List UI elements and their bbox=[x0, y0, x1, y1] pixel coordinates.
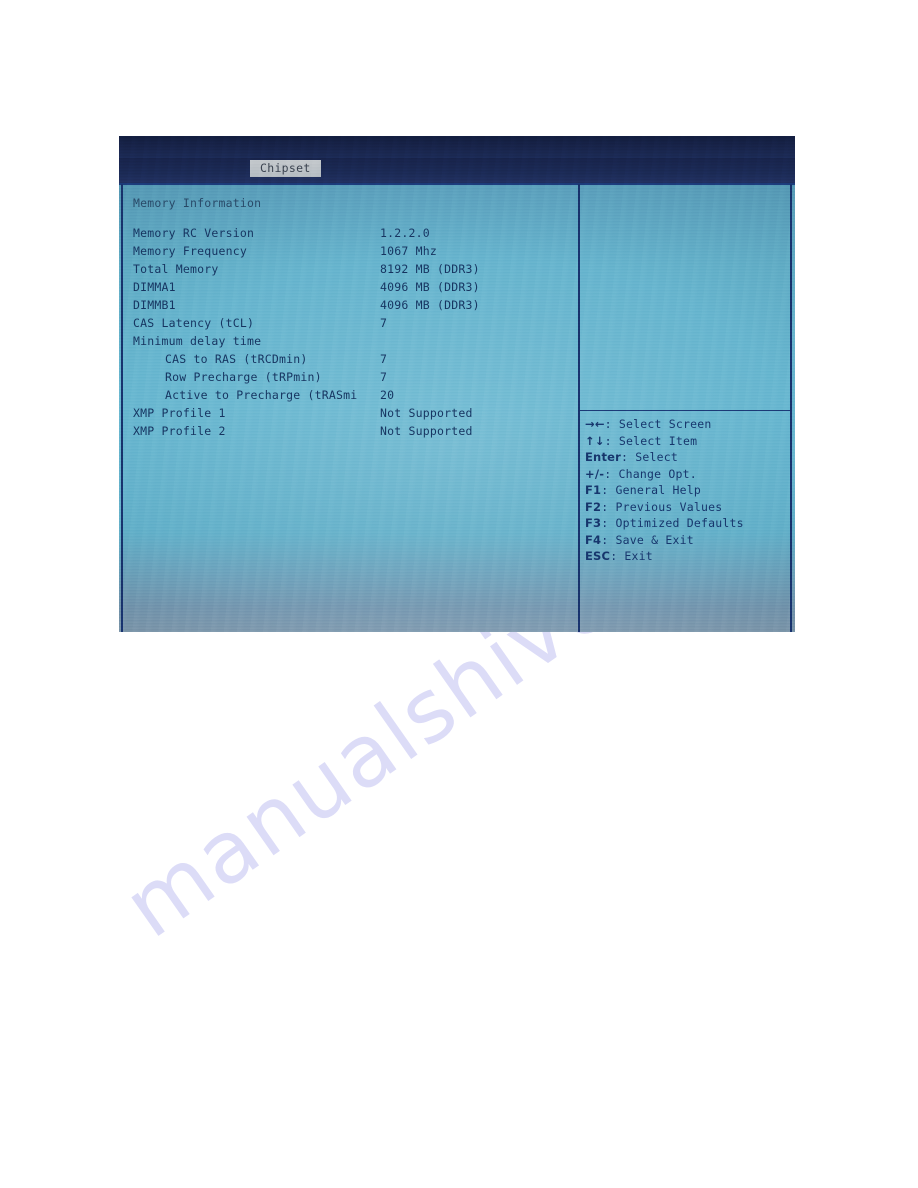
frame-border-left bbox=[121, 184, 123, 632]
help-legend-line: F3: Optimized Defaults bbox=[585, 515, 785, 532]
settings-row-label: Row Precharge (tRPmin) bbox=[165, 370, 322, 384]
pane-divider-vertical bbox=[578, 184, 580, 632]
settings-row-value: 20 bbox=[380, 388, 395, 402]
settings-row[interactable]: Active to Precharge (tRASmi 20 bbox=[127, 386, 575, 404]
help-legend-list: →←: Select Screen ↑↓: Select Item Enter: S… bbox=[585, 416, 785, 565]
f1-key-icon: F1 bbox=[585, 483, 602, 497]
settings-row[interactable]: Memory Frequency 1067 Mhz bbox=[127, 242, 575, 260]
settings-row-value: 1067 Mhz bbox=[380, 244, 437, 258]
settings-row[interactable]: XMP Profile 2 Not Supported bbox=[127, 422, 575, 440]
settings-row[interactable]: Memory RC Version 1.2.2.0 bbox=[127, 224, 575, 242]
settings-row-value: 4096 MB (DDR3) bbox=[380, 280, 480, 294]
frame-border-right bbox=[790, 184, 792, 632]
settings-row-value: 7 bbox=[380, 316, 388, 330]
settings-row-value: 8192 MB (DDR3) bbox=[380, 262, 480, 276]
settings-row-value: 7 bbox=[380, 370, 388, 384]
settings-row-label: Total Memory bbox=[133, 262, 219, 276]
enter-key-icon: Enter bbox=[585, 450, 622, 464]
settings-row-label: Active to Precharge (tRASmi bbox=[165, 388, 358, 402]
esc-key-icon: ESC bbox=[585, 549, 611, 563]
help-pane-divider bbox=[580, 410, 790, 411]
help-legend-line: F2: Previous Values bbox=[585, 499, 785, 516]
settings-row-label: Memory RC Version bbox=[133, 226, 255, 240]
plus-minus-key-icon: +/- bbox=[585, 466, 605, 481]
settings-row-value: Not Supported bbox=[380, 406, 473, 420]
help-legend-text: : General Help bbox=[601, 483, 701, 497]
help-legend-text: : Previous Values bbox=[601, 499, 723, 514]
settings-row[interactable]: CAS to RAS (tRCDmin) 7 bbox=[127, 350, 575, 368]
help-legend-text: : Change Opt. bbox=[604, 466, 697, 481]
help-legend-line: Enter: Select bbox=[585, 449, 785, 466]
settings-row[interactable]: XMP Profile 1 Not Supported bbox=[127, 404, 575, 422]
help-legend-text: : Select bbox=[621, 450, 679, 464]
settings-row-label: XMP Profile 2 bbox=[133, 424, 226, 438]
settings-row-label: DIMMA1 bbox=[133, 280, 176, 294]
bios-tab-strip bbox=[119, 158, 795, 184]
help-legend-text: : Select Screen bbox=[604, 417, 712, 431]
help-legend-line: ↑↓: Select Item bbox=[585, 433, 785, 450]
settings-row-label: CAS to RAS (tRCDmin) bbox=[165, 352, 308, 366]
tab-chipset[interactable]: Chipset bbox=[250, 160, 321, 177]
settings-row[interactable]: DIMMB1 4096 MB (DDR3) bbox=[127, 296, 575, 314]
tab-strip-rule bbox=[119, 183, 795, 185]
section-title: Memory Information bbox=[133, 196, 262, 210]
settings-row-value: 4096 MB (DDR3) bbox=[380, 298, 480, 312]
settings-row-label: XMP Profile 1 bbox=[133, 406, 226, 420]
help-legend-line: ESC: Exit bbox=[585, 548, 785, 565]
help-legend-text: : Exit bbox=[610, 549, 653, 563]
bios-screen-photo: Aptio Setup Utility - Copyright (C) 2011… bbox=[119, 136, 795, 632]
help-legend-pane: →←: Select Screen ↑↓: Select Item Enter: S… bbox=[585, 416, 785, 565]
settings-row[interactable]: Minimum delay time bbox=[127, 332, 575, 350]
settings-row-label: Memory Frequency bbox=[133, 244, 247, 258]
arrow-left-right-icon: →← bbox=[585, 417, 605, 431]
f3-key-icon: F3 bbox=[585, 516, 602, 530]
help-legend-line: +/-: Change Opt. bbox=[585, 466, 785, 483]
settings-row-value: 7 bbox=[380, 352, 388, 366]
settings-row-label: DIMMB1 bbox=[133, 298, 176, 312]
f4-key-icon: F4 bbox=[585, 532, 602, 547]
settings-row[interactable]: CAS Latency (tCL) 7 bbox=[127, 314, 575, 332]
bios-title-bar bbox=[119, 136, 795, 158]
settings-row-value: 1.2.2.0 bbox=[380, 226, 430, 240]
settings-row-label: CAS Latency (tCL) bbox=[133, 316, 255, 330]
help-legend-text: : Optimized Defaults bbox=[601, 516, 744, 530]
arrow-up-down-icon: ↑↓ bbox=[585, 433, 605, 448]
help-legend-line: F1: General Help bbox=[585, 482, 785, 499]
help-legend-text: : Save & Exit bbox=[601, 532, 694, 547]
f2-key-icon: F2 bbox=[585, 499, 602, 514]
help-legend-line: →←: Select Screen bbox=[585, 416, 785, 433]
help-legend-text: : Select Item bbox=[604, 433, 698, 448]
settings-row-label: Minimum delay time bbox=[133, 334, 262, 348]
help-legend-line: F4: Save & Exit bbox=[585, 532, 785, 549]
settings-row[interactable]: DIMMA1 4096 MB (DDR3) bbox=[127, 278, 575, 296]
settings-row[interactable]: Total Memory 8192 MB (DDR3) bbox=[127, 260, 575, 278]
settings-row[interactable]: Row Precharge (tRPmin) 7 bbox=[127, 368, 575, 386]
settings-row-value: Not Supported bbox=[380, 424, 473, 438]
